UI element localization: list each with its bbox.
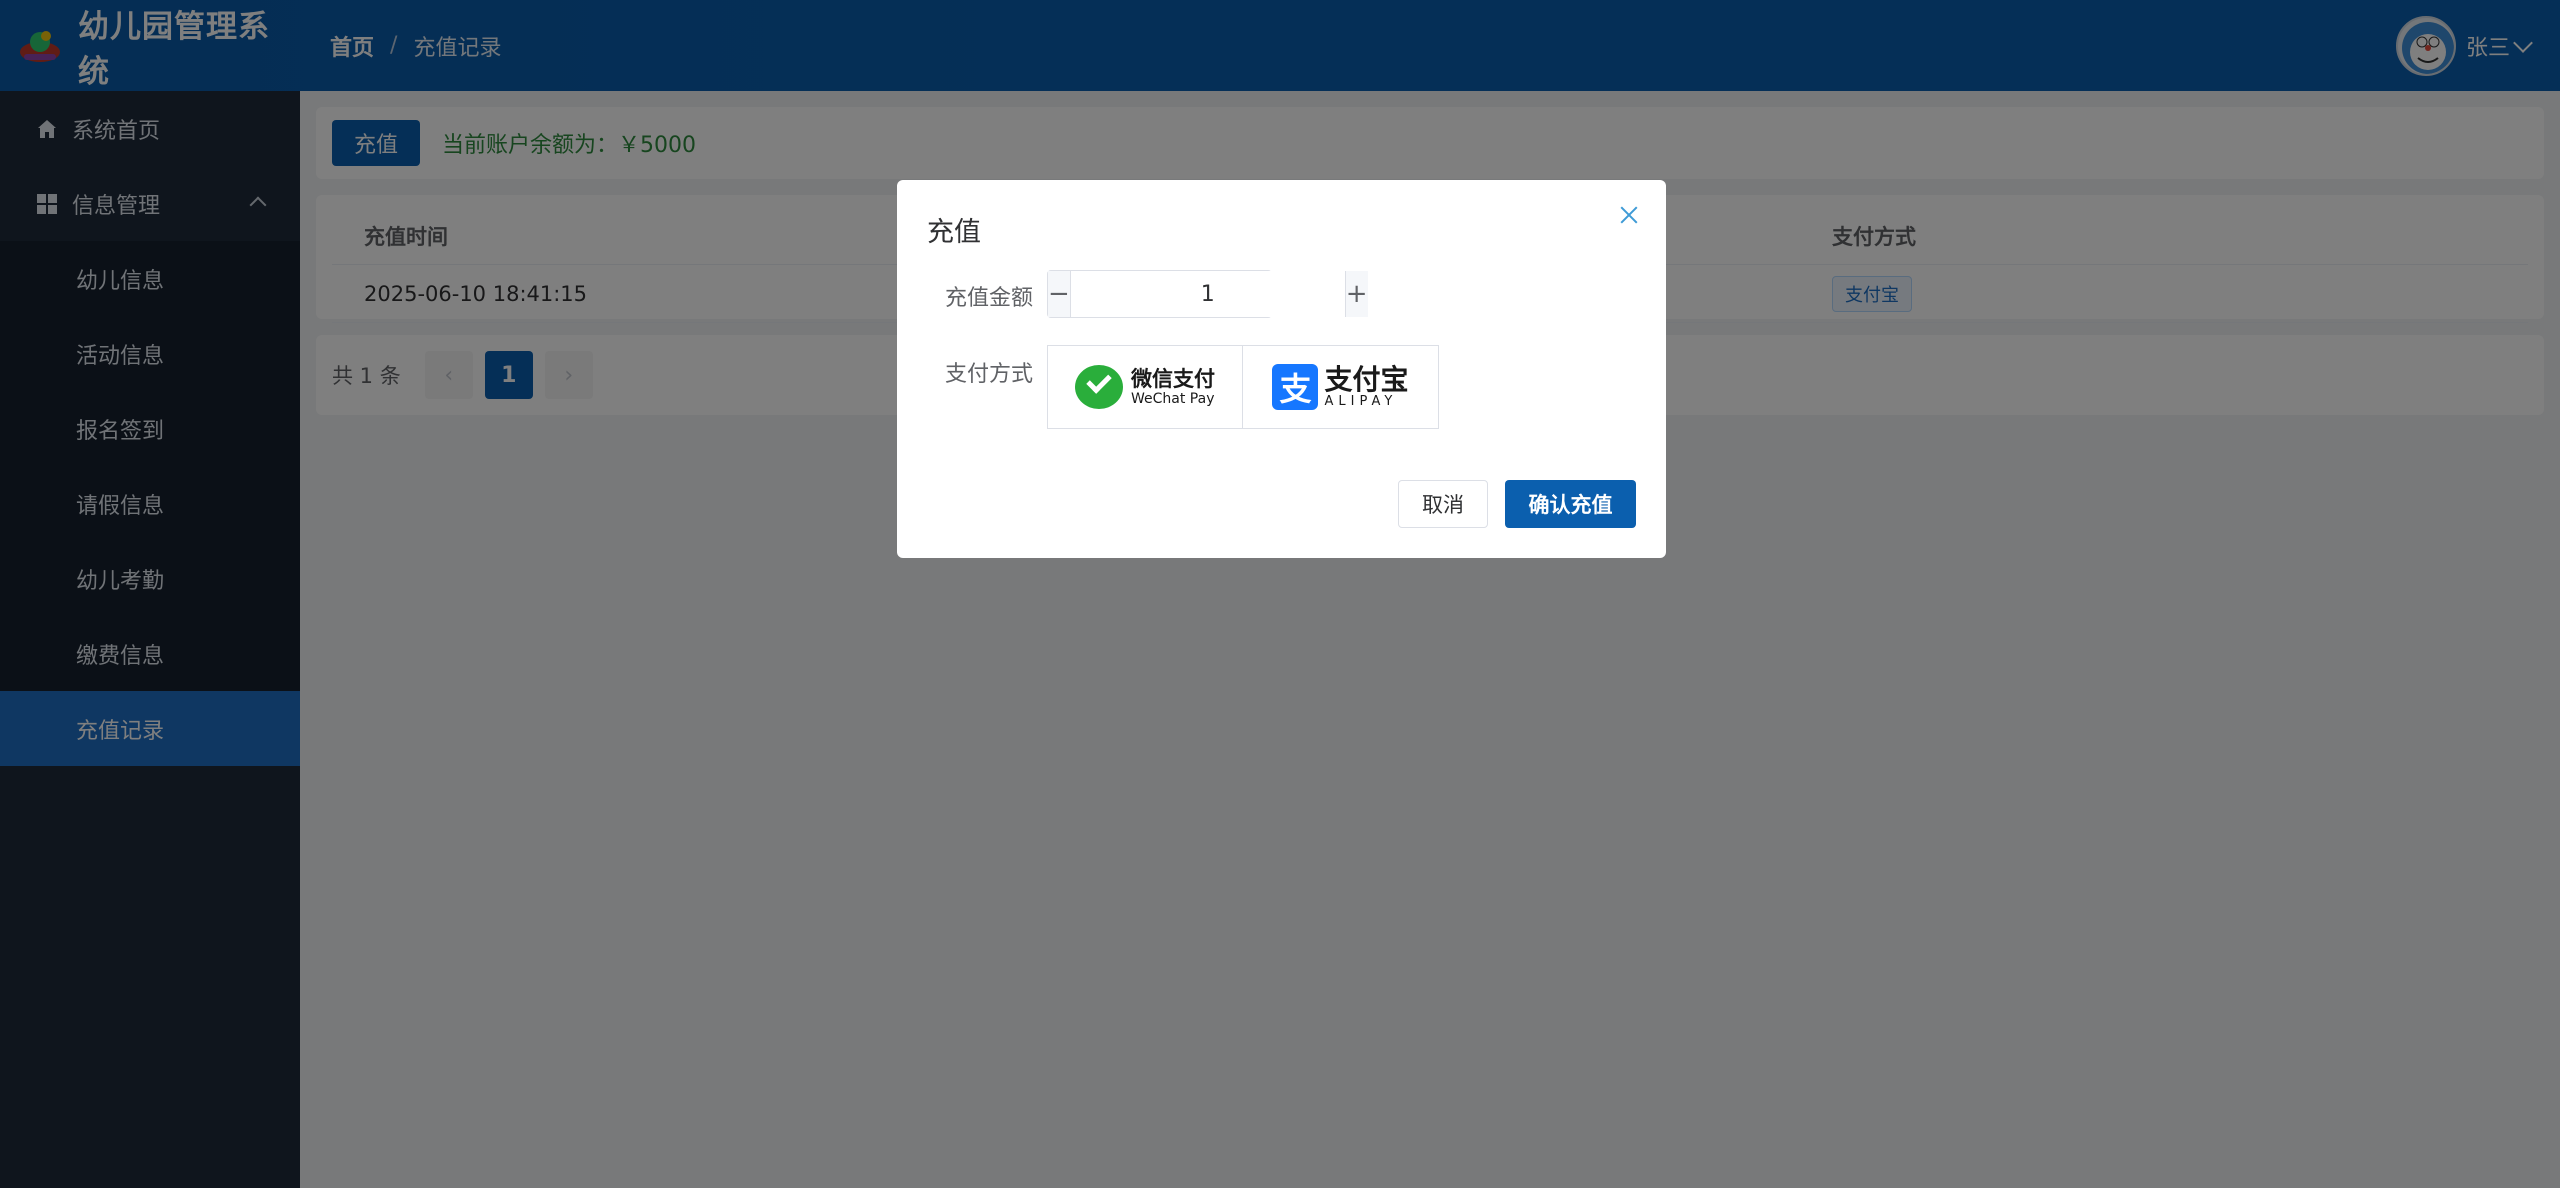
dialog-title: 充值 <box>927 217 981 248</box>
wechat-pay-text: 微信支付 WeChat Pay <box>1131 367 1215 407</box>
amount-stepper: − + <box>1047 270 1368 318</box>
alipay-label: 支付宝 <box>1324 363 1409 396</box>
wechat-pay-icon <box>1075 365 1123 409</box>
recharge-dialog: 充值 充值金额 − + 支付方式 微信支付 WeChat Pay 支 支付宝 A… <box>897 180 1666 558</box>
alipay-option[interactable]: 支 支付宝 ALIPAY <box>1243 345 1439 429</box>
pay-method-options: 微信支付 WeChat Pay 支 支付宝 ALIPAY <box>1047 345 1439 429</box>
modal-overlay[interactable] <box>0 0 2560 1188</box>
alipay-icon: 支 <box>1272 364 1319 410</box>
amount-input[interactable] <box>1070 271 1345 317</box>
alipay-sublabel: ALIPAY <box>1324 394 1398 409</box>
decrement-button[interactable]: − <box>1048 271 1071 317</box>
amount-label: 充值金额 <box>945 286 1034 311</box>
pay-method-label: 支付方式 <box>945 362 1034 387</box>
wechat-pay-option[interactable]: 微信支付 WeChat Pay <box>1047 345 1243 429</box>
close-icon[interactable] <box>1616 202 1642 228</box>
wechat-pay-label: 微信支付 <box>1131 367 1215 391</box>
increment-button[interactable]: + <box>1344 271 1368 317</box>
wechat-pay-sublabel: WeChat Pay <box>1131 391 1215 407</box>
cancel-button[interactable]: 取消 <box>1398 480 1488 528</box>
confirm-recharge-button[interactable]: 确认充值 <box>1505 480 1636 528</box>
alipay-text: 支付宝 ALIPAY <box>1324 365 1408 409</box>
